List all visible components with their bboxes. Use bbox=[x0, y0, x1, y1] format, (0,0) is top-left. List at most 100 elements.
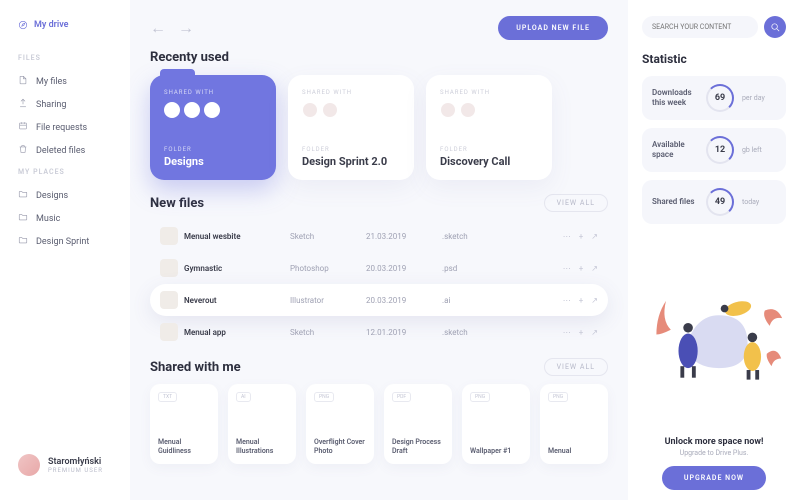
compass-icon bbox=[18, 20, 28, 30]
upgrade-now-button[interactable]: UPGRADE NOW bbox=[662, 466, 766, 490]
view-all-files-button[interactable]: VIEW ALL bbox=[544, 194, 608, 212]
file-row[interactable]: Menual wesbite Sketch 21.03.2019 .sketch… bbox=[150, 220, 608, 252]
nav-arrows: ← → bbox=[150, 18, 194, 38]
sidebar-user[interactable]: Staromłyński PREMIUM USER bbox=[18, 454, 130, 490]
sidebar-item-file-requests[interactable]: File requests bbox=[18, 116, 130, 139]
shared-file-name: Menual Illustrations bbox=[236, 438, 288, 456]
file-app: Photoshop bbox=[290, 264, 360, 273]
promo-subtitle: Upgrade to Drive Plus. bbox=[642, 449, 786, 457]
shared-file-name: Menual bbox=[548, 447, 600, 456]
file-name: Gymnastic bbox=[184, 264, 284, 273]
back-arrow-icon[interactable]: ← bbox=[150, 18, 166, 38]
sharing-icon bbox=[18, 98, 28, 111]
promo-illustration bbox=[642, 238, 786, 431]
share-icon[interactable]: ↗ bbox=[591, 328, 598, 337]
more-icon[interactable]: ⋯ bbox=[563, 232, 571, 241]
sidebar-item-label: File requests bbox=[36, 123, 87, 133]
promo-title: Unlock more space now! bbox=[642, 437, 786, 447]
folder-card-designs[interactable]: SHARED WITH FOLDER Designs bbox=[150, 75, 276, 180]
search-button[interactable] bbox=[764, 16, 786, 38]
file-app: Illustrator bbox=[290, 296, 360, 305]
file-date: 12.01.2019 bbox=[366, 328, 436, 337]
add-icon[interactable]: + bbox=[579, 232, 584, 241]
sidebar-section-header: MY PLACES bbox=[18, 168, 130, 176]
sidebar-item-deleted-files[interactable]: Deleted files bbox=[18, 139, 130, 162]
stat-value-ring: 69 bbox=[706, 84, 734, 112]
sidebar-item-label: My files bbox=[36, 77, 67, 87]
sidebar-item-my-files[interactable]: My files bbox=[18, 70, 130, 93]
view-all-shared-button[interactable]: VIEW ALL bbox=[544, 358, 608, 376]
file-row[interactable]: Gymnastic Photoshop 20.03.2019 .psd ⋯ + … bbox=[150, 252, 608, 284]
avatar bbox=[18, 454, 40, 476]
share-icon[interactable]: ↗ bbox=[591, 264, 598, 273]
shared-card[interactable]: AI Menual Illustrations bbox=[228, 384, 296, 464]
shared-with-me-heading: Shared with me bbox=[150, 360, 241, 375]
sidebar-item-label: Designs bbox=[36, 191, 68, 201]
stat-value-ring: 12 bbox=[706, 136, 734, 164]
recently-used-heading: Recenty used bbox=[150, 50, 608, 65]
more-icon[interactable]: ⋯ bbox=[563, 296, 571, 305]
add-icon[interactable]: + bbox=[579, 264, 584, 273]
file-ext: .psd bbox=[442, 264, 492, 273]
shared-card[interactable]: PNG Overflight Cover Photo bbox=[306, 384, 374, 464]
avatar bbox=[460, 102, 476, 118]
add-icon[interactable]: + bbox=[579, 296, 584, 305]
file-name: Menual wesbite bbox=[184, 232, 284, 241]
file-ext: .sketch bbox=[442, 328, 492, 337]
stat-unit: gb left bbox=[742, 146, 762, 154]
search-input[interactable] bbox=[642, 16, 758, 38]
stat-card: Shared files 49 today bbox=[642, 180, 786, 224]
add-icon[interactable]: + bbox=[579, 328, 584, 337]
right-panel: Statistic Downloads this week 69 per day… bbox=[628, 0, 800, 500]
file-date: 20.03.2019 bbox=[366, 264, 436, 273]
sidebar-section-header: FILES bbox=[18, 54, 130, 62]
upload-new-file-button[interactable]: UPLOAD NEW FILE bbox=[498, 16, 608, 40]
stat-label: Shared files bbox=[652, 197, 698, 207]
file-row[interactable]: Menual app Sketch 12.01.2019 .sketch ⋯ +… bbox=[150, 316, 608, 348]
avatar bbox=[204, 102, 220, 118]
avatar bbox=[184, 102, 200, 118]
shared-file-name: Menual Guidliness bbox=[158, 438, 210, 456]
share-icon[interactable]: ↗ bbox=[591, 296, 598, 305]
shared-card[interactable]: PDF Design Process Draft bbox=[384, 384, 452, 464]
folder-name: Design Sprint 2.0 bbox=[302, 155, 400, 168]
file-date: 21.03.2019 bbox=[366, 232, 436, 241]
file-tag: PNG bbox=[314, 392, 334, 402]
file-row[interactable]: Neverout Illustrator 20.03.2019 .ai ⋯ + … bbox=[150, 284, 608, 316]
shared-card[interactable]: PNG Wallpaper #1 bbox=[462, 384, 530, 464]
share-icon[interactable]: ↗ bbox=[591, 232, 598, 241]
shared-with-label: SHARED WITH bbox=[164, 89, 262, 96]
file-tag: TXT bbox=[158, 392, 177, 402]
my-files-icon bbox=[18, 75, 28, 88]
file-tag: PNG bbox=[548, 392, 568, 402]
avatar bbox=[302, 102, 318, 118]
shared-file-name: Wallpaper #1 bbox=[470, 447, 522, 456]
folder-card-design-sprint-2-0[interactable]: SHARED WITH FOLDER Design Sprint 2.0 bbox=[288, 75, 414, 180]
shared-card[interactable]: TXT Menual Guidliness bbox=[150, 384, 218, 464]
forward-arrow-icon[interactable]: → bbox=[178, 18, 194, 38]
sidebar-item-music[interactable]: Music bbox=[18, 207, 130, 230]
file-app: Sketch bbox=[290, 328, 360, 337]
folder-card-discovery-call[interactable]: SHARED WITH FOLDER Discovery Call bbox=[426, 75, 552, 180]
design-sprint-icon bbox=[18, 235, 28, 248]
sidebar-item-sharing[interactable]: Sharing bbox=[18, 93, 130, 116]
more-icon[interactable]: ⋯ bbox=[563, 328, 571, 337]
user-role: PREMIUM USER bbox=[48, 467, 103, 474]
avatar bbox=[164, 102, 180, 118]
statistic-heading: Statistic bbox=[642, 52, 786, 66]
file-ext: .sketch bbox=[442, 232, 492, 241]
sidebar-active-label: My drive bbox=[34, 20, 69, 30]
sidebar-item-designs[interactable]: Designs bbox=[18, 184, 130, 207]
promo-block: Unlock more space now! Upgrade to Drive … bbox=[642, 437, 786, 490]
avatar bbox=[322, 102, 338, 118]
sidebar-active-my-drive[interactable]: My drive bbox=[18, 20, 130, 30]
folder-name: Discovery Call bbox=[440, 155, 538, 168]
more-icon[interactable]: ⋯ bbox=[563, 264, 571, 273]
deleted-files-icon bbox=[18, 144, 28, 157]
music-icon bbox=[18, 212, 28, 225]
stat-unit: per day bbox=[742, 94, 765, 102]
search-icon bbox=[770, 22, 781, 33]
shared-card[interactable]: PNG Menual bbox=[540, 384, 608, 464]
folder-type-label: FOLDER bbox=[440, 146, 538, 153]
sidebar-item-design-sprint[interactable]: Design Sprint bbox=[18, 230, 130, 253]
